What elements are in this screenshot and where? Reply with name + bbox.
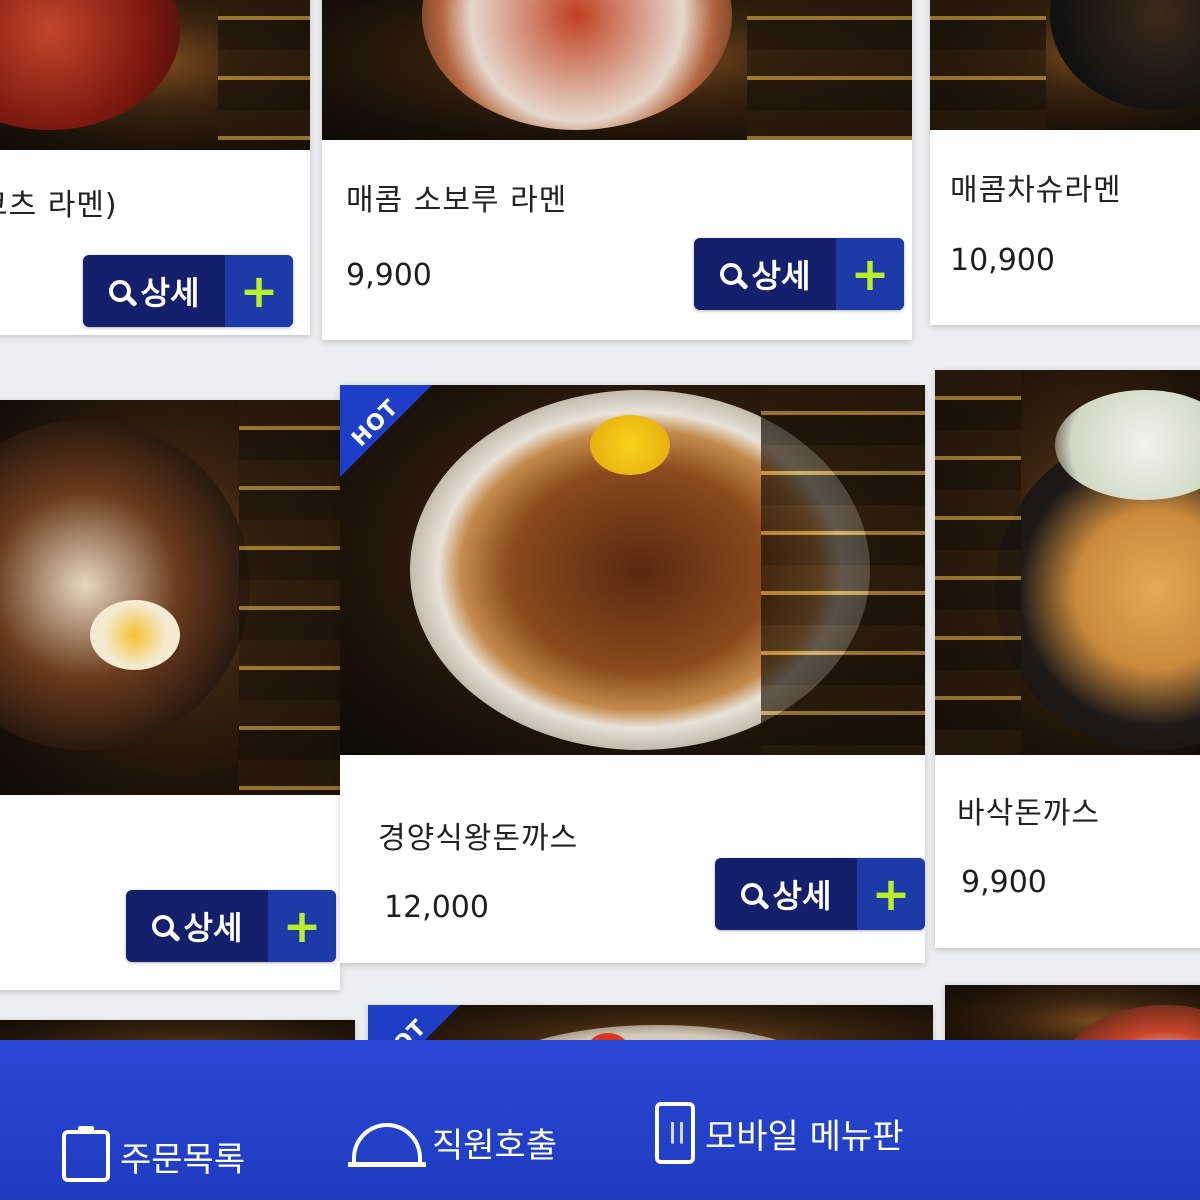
menu-action-buttons: 상세 + [694,238,904,310]
mobile-menu-label: 모바일 메뉴판 [705,1116,904,1157]
bottom-nav-bar: 주문목록 직원호출 모바일 메뉴판 [0,1040,1200,1200]
menu-card-crispy-pork-cutlet[interactable]: 바삭돈까스 9,900 [935,370,1200,948]
detail-button[interactable]: 상세 [694,238,836,310]
menu-name: 매콤 소보루 라멘 [346,183,568,218]
add-button[interactable]: + [225,255,293,327]
menu-photo [935,370,1200,755]
order-list-button[interactable]: 주문목록 [62,1126,246,1182]
menu-action-buttons: 상세 + [126,890,336,962]
menu-photo [0,400,340,795]
kiosk-screen: 코츠 라멘) 상세 + 매콤 소보루 라멘 9,900 상세 + 매콤차슈라멘 … [0,0,1200,1200]
bell-icon [348,1122,426,1167]
menu-price: 12,000 [384,890,489,925]
mobile-menu-button[interactable]: 모바일 메뉴판 [655,1102,904,1164]
menu-name: 경양식왕돈까스 [378,821,579,856]
menu-card-spicy-soboro-ramen[interactable]: 매콤 소보루 라멘 9,900 상세 + [322,0,912,340]
clipboard-icon [62,1126,110,1182]
menu-price: 10,900 [950,243,1055,278]
detail-button[interactable]: 상세 [715,858,857,930]
menu-card-tonkotsu-ramen[interactable]: 코츠 라멘) 상세 + [0,0,310,335]
menu-photo [0,0,310,150]
menu-price: 9,900 [346,258,432,293]
magnifier-icon [719,263,742,285]
menu-card-spicy-chashu-ramen[interactable]: 매콤차슈라멘 10,900 [930,0,1200,325]
detail-button[interactable]: 상세 [126,890,268,962]
menu-photo [322,0,912,140]
menu-name: 코츠 라멘) [0,188,118,223]
menu-card-king-pork-cutlet[interactable]: HOT 경양식왕돈까스 12,000 상세 + [340,385,925,963]
order-list-label: 주문목록 [120,1139,246,1180]
menu-name: 바삭돈까스 [957,796,1100,831]
magnifier-icon [740,883,763,905]
add-button[interactable]: + [857,858,925,930]
qr-phone-icon [655,1102,695,1164]
menu-action-buttons: 상세 + [715,858,925,930]
staff-call-button[interactable]: 직원호출 [348,1118,558,1167]
add-button[interactable]: + [268,890,336,962]
menu-price: 9,900 [961,865,1047,900]
menu-card-ramen[interactable]: 상세 + [0,400,340,990]
menu-name: 매콤차슈라멘 [950,173,1122,208]
staff-call-label: 직원호출 [432,1126,558,1166]
menu-action-buttons: 상세 + [83,255,293,327]
magnifier-icon [151,915,174,937]
magnifier-icon [108,280,131,302]
detail-button[interactable]: 상세 [83,255,225,327]
menu-photo [930,0,1200,130]
add-button[interactable]: + [836,238,904,310]
